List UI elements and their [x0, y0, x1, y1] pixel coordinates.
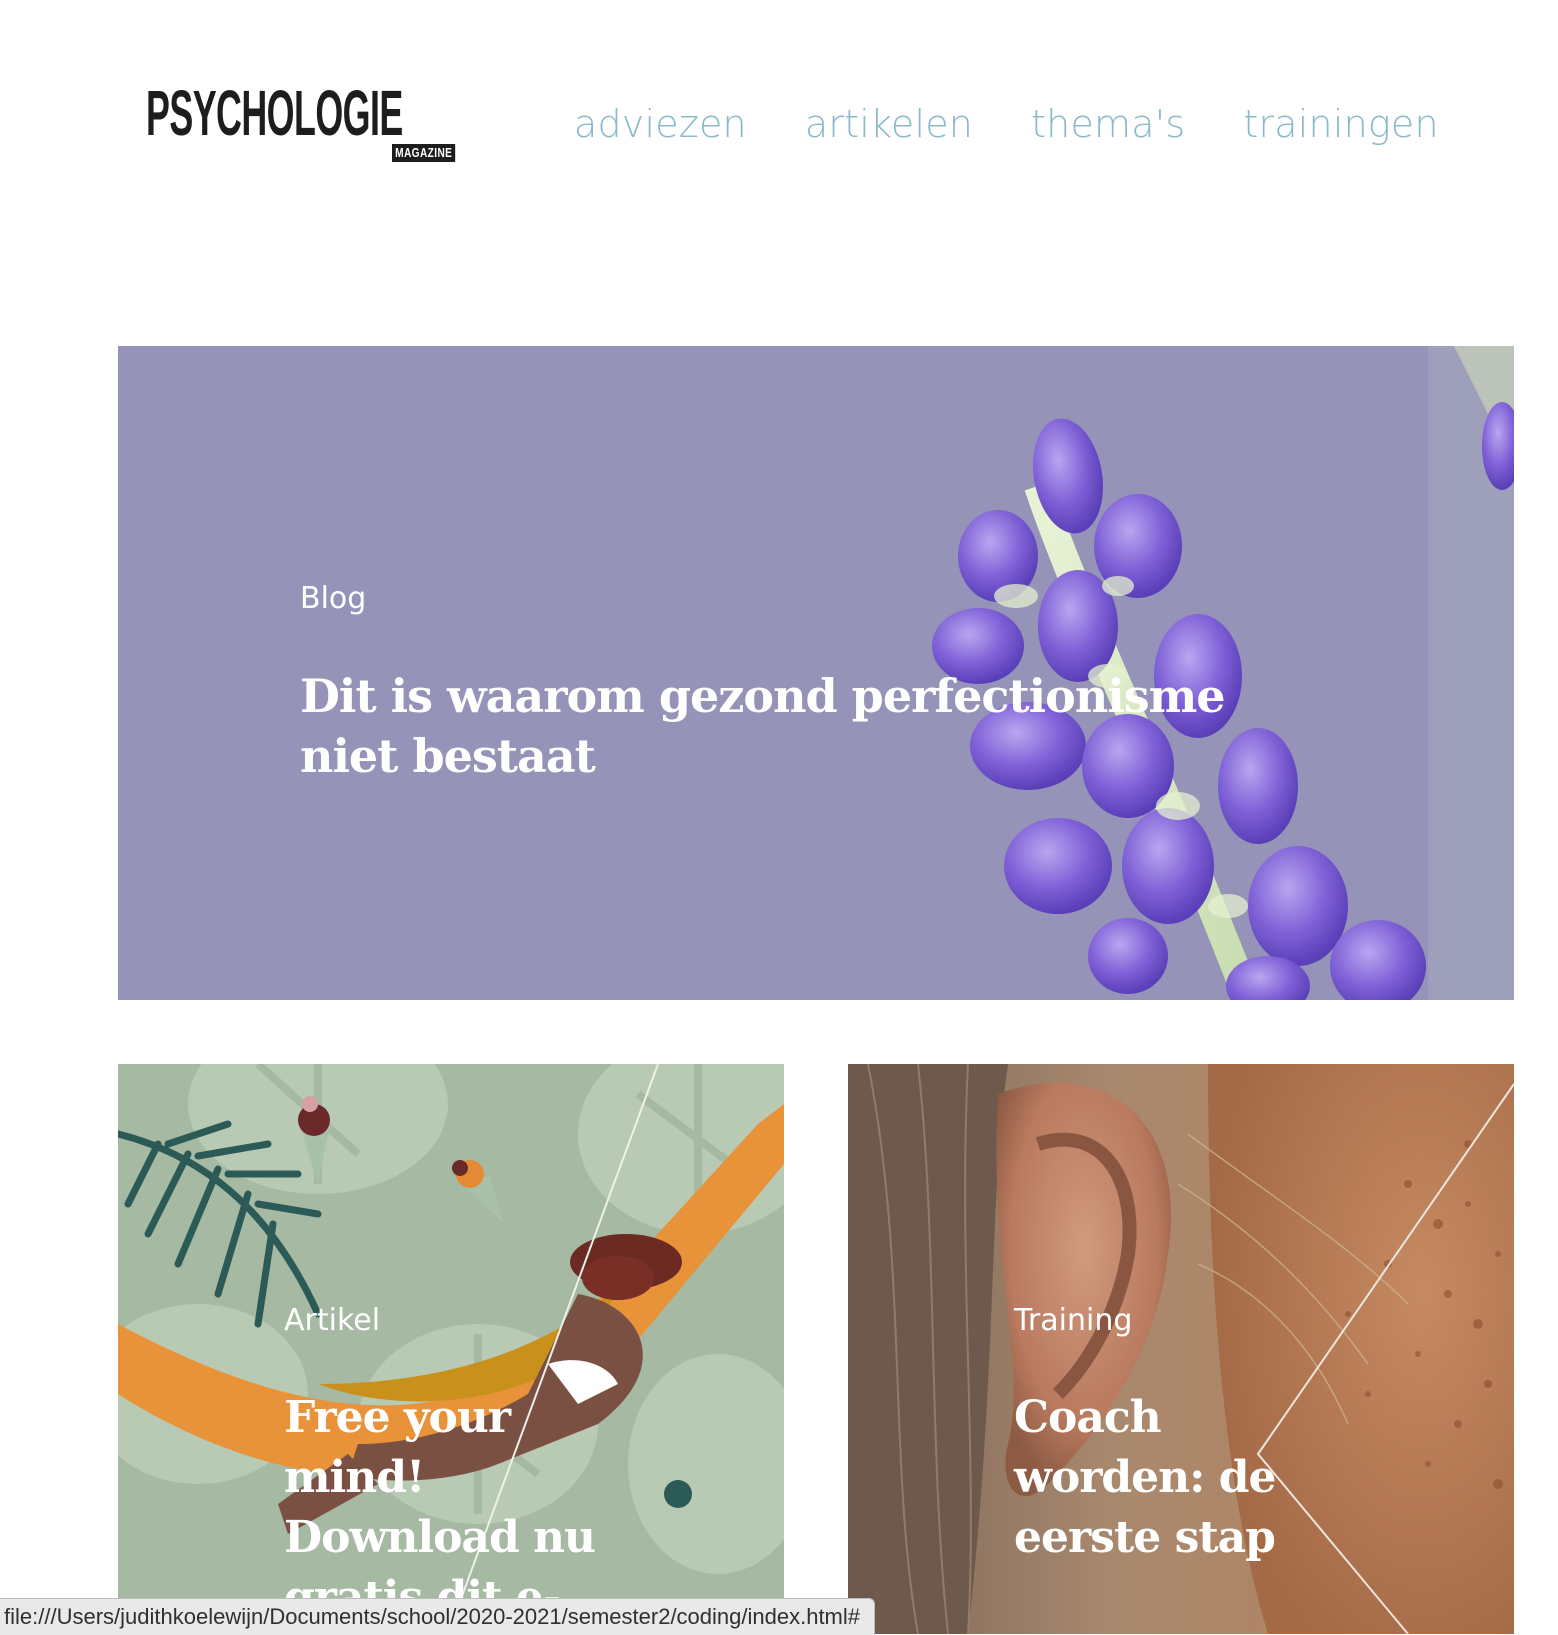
link-status-bar: file:///Users/judithkoelewijn/Documents/… [0, 1598, 876, 1635]
nav-link-artikelen[interactable]: artikelen [805, 98, 973, 150]
logo-wordmark: PSYCHOLOGIE [146, 77, 403, 149]
nav-link-trainingen[interactable]: trainingen [1243, 98, 1438, 150]
article-category: Artikel [284, 1303, 381, 1338]
training-card[interactable]: Training Coach worden: de eerste stap [848, 1064, 1514, 1634]
hero-category: Blog [300, 581, 367, 616]
logo-subtitle: MAGAZINE [392, 144, 456, 162]
nav-link-themas[interactable]: thema's [1031, 98, 1185, 150]
hero-blog-card[interactable]: Blog Dit is waarom gezond perfectionisme… [118, 346, 1514, 1000]
nav-link-adviezen[interactable]: adviezen [574, 98, 747, 150]
training-title[interactable]: Coach worden: de eerste stap [1014, 1388, 1334, 1568]
psychologie-magazine-logo[interactable]: PSYCHOLOGIE MAGAZINE [146, 78, 482, 162]
article-card[interactable]: Artikel Free your mind! Download nu grat… [118, 1064, 784, 1634]
main-navigation: adviezen artikelen thema's trainingen [574, 98, 1439, 150]
training-category: Training [1014, 1303, 1133, 1338]
hero-title[interactable]: Dit is waarom gezond perfectionisme niet… [300, 666, 1240, 786]
